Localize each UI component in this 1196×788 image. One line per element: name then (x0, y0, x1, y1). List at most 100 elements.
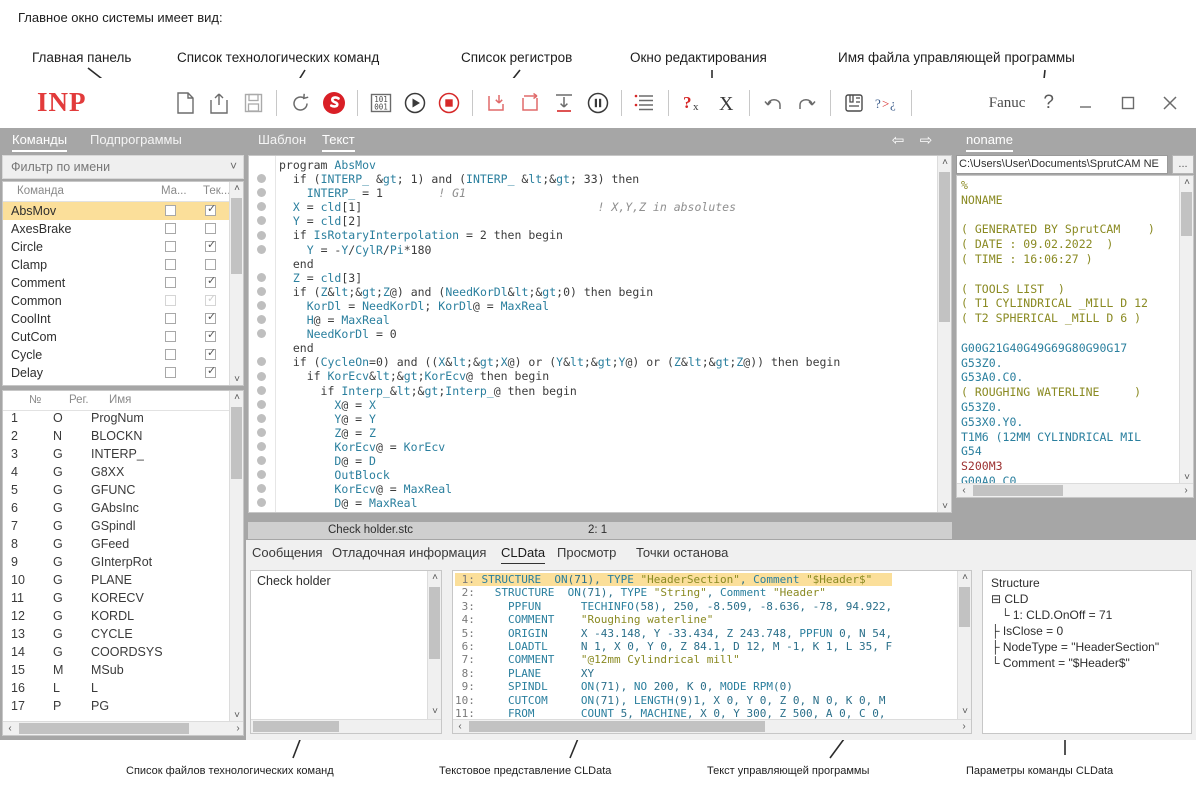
files-hscroll-thumb[interactable] (253, 721, 339, 732)
breakpoint-bullet-icon[interactable] (257, 456, 266, 465)
editor-vscroll-thumb[interactable] (939, 172, 950, 322)
cldata-vscroll-thumb[interactable] (959, 587, 970, 627)
step-out-icon[interactable] (547, 86, 581, 120)
scroll-up-icon[interactable]: ˄ (958, 571, 972, 585)
breakpoint-bullet-icon[interactable] (257, 428, 266, 437)
breakpoint-bullet-icon[interactable] (257, 400, 266, 409)
scroll-up-icon[interactable]: ˄ (230, 182, 244, 196)
step-into-icon[interactable] (479, 86, 513, 120)
nc-hscroll-thumb[interactable] (973, 485, 1063, 496)
breakpoint-bullet-icon[interactable] (257, 188, 266, 197)
tab-breakpoints[interactable]: Точки останова (636, 545, 728, 563)
command-row[interactable]: Clamp (3, 256, 243, 274)
tab-noname[interactable]: noname (966, 132, 1013, 152)
editor-vscrollbar[interactable]: ˄ ˅ (937, 156, 951, 513)
command-mask-checkbox[interactable] (165, 295, 176, 306)
new-file-icon[interactable] (168, 86, 202, 120)
command-mask-checkbox[interactable] (165, 223, 176, 234)
breakpoint-bullet-icon[interactable] (257, 216, 266, 225)
scroll-down-icon[interactable]: ˅ (428, 705, 442, 719)
scroll-right-icon[interactable]: › (957, 720, 971, 734)
nc-vscroll-thumb[interactable] (1181, 192, 1192, 236)
command-text-checkbox[interactable] (205, 367, 216, 378)
register-row[interactable]: 3GINTERP_ (3, 447, 243, 465)
nc-path-input[interactable]: C:\Users\User\Documents\SprutCAM NE (956, 155, 1168, 174)
scroll-up-icon[interactable]: ˄ (428, 571, 442, 585)
breakpoint-bullet-icon[interactable] (257, 231, 266, 240)
files-vscrollbar[interactable]: ˄ ˅ (427, 571, 441, 719)
command-mask-checkbox[interactable] (165, 385, 176, 386)
breakpoint-bullet-icon[interactable] (257, 372, 266, 381)
editor-code-text[interactable]: program AbsMov if (INTERP_ &gt; 1) and (… (279, 158, 840, 513)
command-mask-checkbox[interactable] (165, 205, 176, 216)
tab-preview[interactable]: Просмотр (557, 545, 616, 563)
command-mask-checkbox[interactable] (165, 367, 176, 378)
cldata-vscrollbar[interactable]: ˄ ˅ (957, 571, 971, 719)
breakpoint-bullet-icon[interactable] (257, 442, 266, 451)
postprocessor-name[interactable]: Fanuc (989, 95, 1026, 112)
reload-icon[interactable] (283, 86, 317, 120)
cldata-line[interactable]: 10: CUTCOM ON(71), LENGTH(9)1, X 0, Y 0,… (455, 694, 892, 707)
command-text-checkbox[interactable] (205, 205, 216, 216)
registers-hscrollbar[interactable]: ‹ › (3, 721, 244, 735)
structure-node-nodetype[interactable]: ├ NodeType = "HeaderSection" (991, 639, 1159, 655)
nc-hscrollbar[interactable]: ‹ › (957, 483, 1193, 497)
command-text-checkbox[interactable] (205, 259, 216, 270)
scroll-up-icon[interactable]: ˄ (938, 156, 952, 170)
help-icon[interactable]: ? (1033, 92, 1064, 114)
cldata-lines[interactable]: 1: STRUCTURE ON(71), TYPE "HeaderSection… (455, 573, 892, 734)
browse-button[interactable]: ... (1172, 155, 1194, 174)
command-text-checkbox[interactable] (205, 349, 216, 360)
command-row[interactable]: Comment (3, 274, 243, 292)
x-variable-icon[interactable]: X (709, 86, 743, 120)
open-file-icon[interactable] (202, 86, 236, 120)
structure-tree[interactable]: Structure⊟ CLD └ 1: CLD.OnOff = 71├ IsCl… (991, 575, 1159, 671)
scroll-up-icon[interactable]: ˄ (1180, 176, 1194, 190)
registers-list[interactable]: № Рег. Имя 1OProgNum2NBLOCKN3GINTERP_4GG… (2, 390, 244, 736)
save-file-icon[interactable] (236, 86, 270, 120)
scroll-up-icon[interactable]: ˄ (230, 391, 244, 405)
scroll-down-icon[interactable]: ˅ (938, 500, 952, 513)
breakpoint-bullet-icon[interactable] (257, 386, 266, 395)
files-hscrollbar[interactable] (251, 719, 441, 733)
breakpoint-bullet-icon[interactable] (257, 484, 266, 493)
scroll-down-icon[interactable]: ˅ (958, 705, 972, 719)
maximize-icon[interactable] (1108, 86, 1148, 120)
breakpoint-bullet-icon[interactable] (257, 414, 266, 423)
register-row[interactable]: 8GGFeed (3, 537, 243, 555)
command-text-checkbox[interactable] (205, 331, 216, 342)
structure-node-cld[interactable]: ⊟ CLD (991, 591, 1159, 607)
command-row[interactable]: AbsMov (3, 202, 243, 220)
breakpoint-bullet-icon[interactable] (257, 301, 266, 310)
cldata-line[interactable]: 9: SPINDL ON(71), NO 200, K 0, MODE RPM(… (455, 680, 892, 693)
command-row[interactable]: Cycle (3, 346, 243, 364)
command-row[interactable]: Delay (3, 364, 243, 382)
commands-list[interactable]: Команда Ma... Тек... AbsMovAxesBrakeCirc… (2, 181, 244, 386)
breakpoint-bullet-icon[interactable] (257, 287, 266, 296)
command-row[interactable]: Common (3, 292, 243, 310)
cldata-line[interactable]: 3: PPFUN TECHINFO(58), 250, -8.509, -8.6… (455, 600, 892, 613)
command-mask-checkbox[interactable] (165, 349, 176, 360)
register-row[interactable]: 14GCOORDSYS (3, 645, 243, 663)
cldata-line[interactable]: 6: LOADTL N 1, X 0, Y 0, Z 84.1, D 12, M… (455, 640, 892, 653)
breakpoint-bullet-icon[interactable] (257, 273, 266, 282)
tab-commands[interactable]: Команды (12, 132, 67, 152)
breakpoint-bullet-icon[interactable] (257, 245, 266, 254)
cldata-hscrollbar[interactable]: ‹ › (453, 719, 971, 733)
cldata-line[interactable]: 8: PLANE XY (455, 667, 892, 680)
register-row[interactable]: 13GCYCLE (3, 627, 243, 645)
command-text-checkbox[interactable] (205, 295, 216, 306)
scroll-left-icon[interactable]: ‹ (3, 722, 17, 736)
command-row[interactable]: EDMMove (3, 382, 243, 386)
nav-back-icon[interactable]: ⇦ (888, 132, 908, 150)
register-row[interactable]: 7GGSpindl (3, 519, 243, 537)
scroll-right-icon[interactable]: › (231, 722, 244, 736)
undo-icon[interactable] (756, 86, 790, 120)
structure-node-isclose[interactable]: ├ IsClose = 0 (991, 623, 1159, 639)
command-text-checkbox[interactable] (205, 277, 216, 288)
breakpoint-bullet-icon[interactable] (257, 315, 266, 324)
cldata-line[interactable]: 4: COMMENT "Roughing waterline" (455, 613, 892, 626)
command-mask-checkbox[interactable] (165, 259, 176, 270)
minimize-icon[interactable] (1066, 86, 1106, 120)
structure-node-comment[interactable]: └ Comment = "$Header$" (991, 655, 1159, 671)
